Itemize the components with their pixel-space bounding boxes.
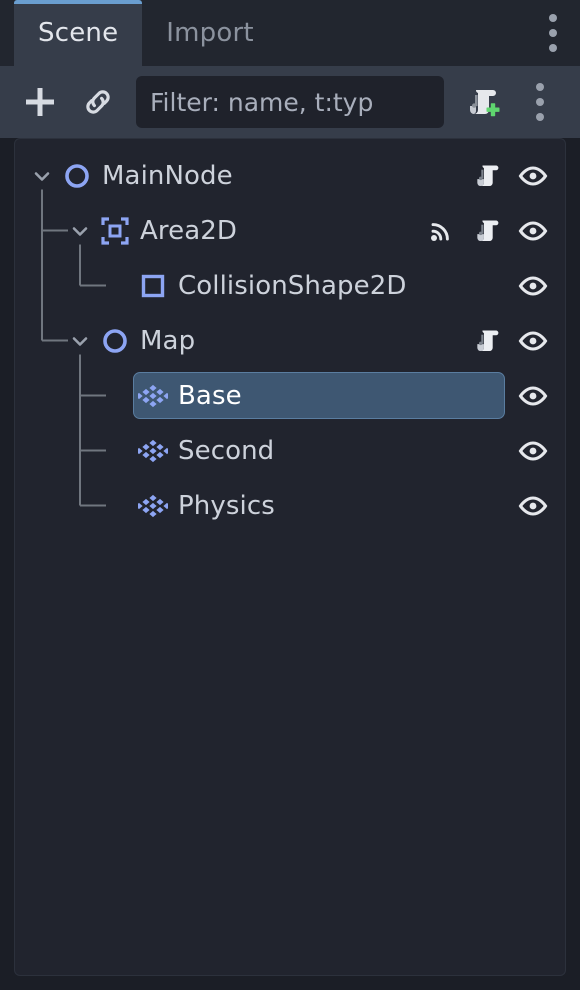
dots-vertical-icon: [549, 14, 557, 52]
attach-script-button[interactable]: [456, 76, 508, 128]
filter-input[interactable]: [150, 87, 444, 117]
tabbar-spacer: [278, 0, 530, 66]
plus-icon: [21, 83, 59, 121]
scene-toolbar: [0, 66, 580, 138]
dock-tabbar: Scene Import: [0, 0, 580, 66]
add-node-button[interactable]: [14, 76, 66, 128]
tab-import[interactable]: Import: [142, 0, 278, 66]
tab-scene-label: Scene: [38, 18, 119, 48]
node2d-circle-icon: [95, 326, 135, 356]
tree-item-actions: [515, 378, 565, 414]
tab-scene[interactable]: Scene: [14, 0, 143, 66]
tab-import-label: Import: [166, 18, 254, 48]
tree-item-physics[interactable]: Physics: [15, 478, 565, 533]
script-icon[interactable]: [469, 158, 505, 194]
scene-dock-panel: Scene Import Filter: name, t:typ MainNod…: [0, 0, 580, 990]
visibility-eye-icon[interactable]: [515, 268, 551, 304]
tree-item-label: Map: [140, 325, 196, 356]
node2d-circle-icon: [57, 161, 97, 191]
area2d-icon: [95, 215, 135, 247]
expand-collapse-arrow[interactable]: [65, 330, 95, 352]
link-icon: [80, 84, 116, 120]
tilemaplayer-icon: [133, 493, 173, 519]
tree-item-collisionshape2d[interactable]: CollisionShape2D: [15, 258, 565, 313]
filter-field[interactable]: [136, 76, 444, 128]
tree-item-area2d[interactable]: Area2D: [15, 203, 565, 258]
scene-tree: MainNode Area2D CollisionShape2D Map Bas…: [15, 139, 565, 533]
scene-tree-panel[interactable]: MainNode Area2D CollisionShape2D Map Bas…: [14, 138, 566, 976]
tabbar-overflow-menu-button[interactable]: [530, 0, 576, 66]
tree-item-actions: [515, 488, 565, 524]
tree-item-actions: [423, 213, 565, 249]
tree-item-base[interactable]: Base: [15, 368, 565, 423]
tree-item-label: Base: [178, 380, 242, 411]
tilemaplayer-icon: [133, 438, 173, 464]
visibility-eye-icon[interactable]: [515, 488, 551, 524]
signal-icon[interactable]: [423, 213, 459, 249]
tree-item-actions: [469, 323, 565, 359]
tree-item-label: MainNode: [102, 160, 233, 191]
collisionshape2d-square-icon: [133, 271, 173, 301]
tree-item-label: Second: [178, 435, 275, 466]
visibility-eye-icon[interactable]: [515, 213, 551, 249]
visibility-eye-icon[interactable]: [515, 323, 551, 359]
dots-vertical-icon: [536, 83, 544, 121]
script-icon[interactable]: [469, 323, 505, 359]
tree-item-label: CollisionShape2D: [178, 270, 407, 301]
tree-item-label: Physics: [178, 490, 275, 521]
expand-collapse-arrow[interactable]: [27, 165, 57, 187]
tree-item-label: Area2D: [140, 215, 237, 246]
tree-item-actions: [469, 158, 565, 194]
tree-item-mainnode[interactable]: MainNode: [15, 148, 565, 203]
scene-overflow-menu-button[interactable]: [514, 76, 566, 128]
tree-item-map[interactable]: Map: [15, 313, 565, 368]
visibility-eye-icon[interactable]: [515, 378, 551, 414]
tree-item-actions: [515, 433, 565, 469]
instance-child-scene-button[interactable]: [72, 76, 124, 128]
tilemaplayer-icon: [133, 383, 173, 409]
tree-item-second[interactable]: Second: [15, 423, 565, 478]
visibility-eye-icon[interactable]: [515, 433, 551, 469]
visibility-eye-icon[interactable]: [515, 158, 551, 194]
script-icon[interactable]: [469, 213, 505, 249]
tree-item-actions: [515, 268, 565, 304]
script-add-icon: [462, 82, 502, 122]
expand-collapse-arrow[interactable]: [65, 220, 95, 242]
